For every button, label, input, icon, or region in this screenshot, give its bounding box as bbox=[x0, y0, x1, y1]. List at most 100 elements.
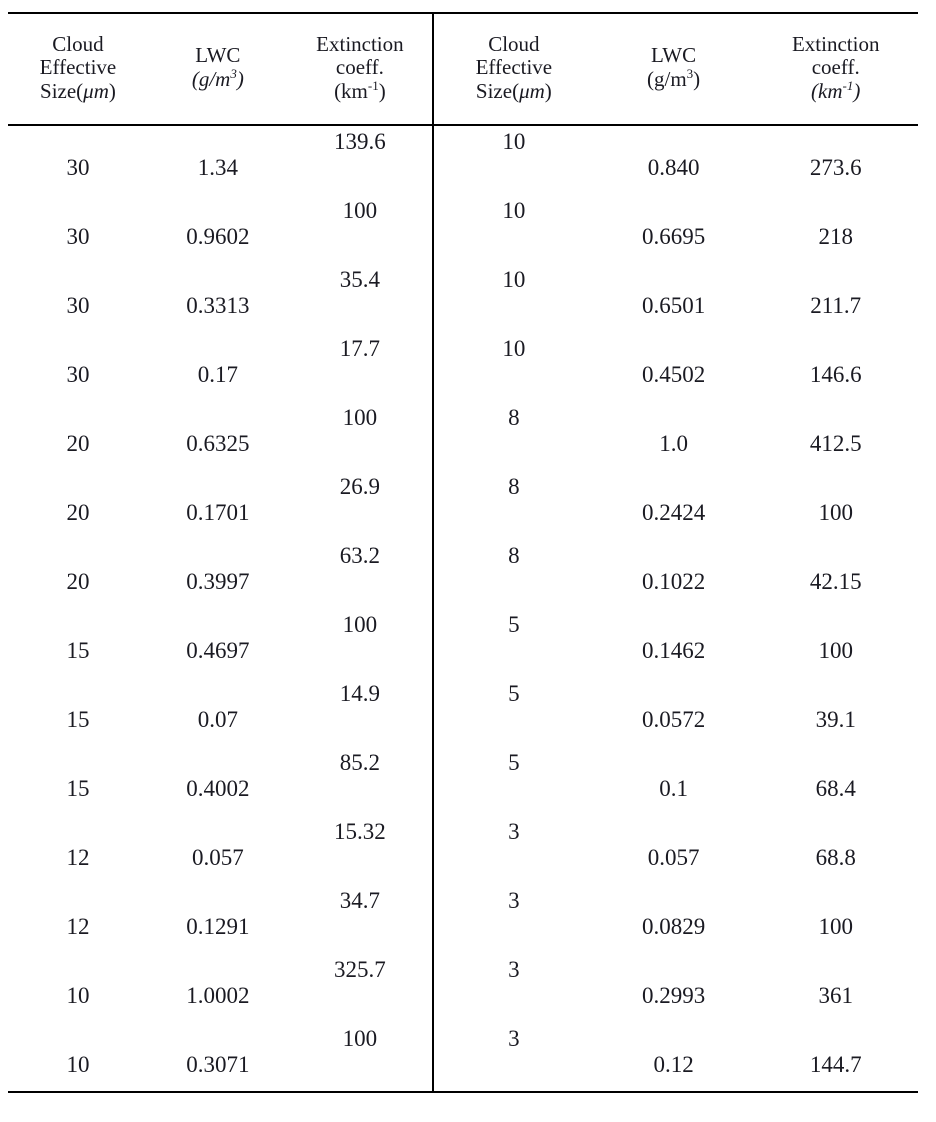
cell-value: 14.9 bbox=[339, 681, 381, 706]
cell-size: 3 bbox=[434, 1021, 594, 1090]
cell-value: 1.0002 bbox=[186, 983, 250, 1008]
cell-ext: 17.7 bbox=[288, 331, 432, 400]
table-row: 15 0.4002 85.2 bbox=[8, 745, 432, 814]
table-row: 3 0.0829 100 bbox=[434, 883, 918, 952]
cell-size: 20 bbox=[8, 538, 148, 607]
cell-value: 8 bbox=[508, 405, 520, 430]
cell-value: 20 bbox=[66, 431, 90, 456]
cell-lwc: 0.17 bbox=[148, 331, 288, 400]
cell-ext: 412.5 bbox=[753, 400, 918, 469]
cell-size: 12 bbox=[8, 883, 148, 952]
cell-size: 10 bbox=[434, 124, 594, 193]
cell-ext: 35.4 bbox=[288, 262, 432, 331]
cell-ext: 100 bbox=[288, 193, 432, 262]
right-table: Cloud Effective Size(μm) LWC (g/m3) Exti… bbox=[434, 12, 918, 1090]
cell-size: 12 bbox=[8, 814, 148, 883]
cell-value: 30 bbox=[66, 362, 90, 387]
left-header-row: Cloud Effective Size(μm) LWC (g/m3) Exti… bbox=[8, 12, 432, 124]
cell-value: 20 bbox=[66, 500, 90, 525]
cell-ext: 63.2 bbox=[288, 538, 432, 607]
cell-lwc: 0.6325 bbox=[148, 400, 288, 469]
cell-value: 0.2424 bbox=[641, 500, 706, 525]
cell-value: 68.8 bbox=[815, 845, 856, 870]
cell-value: 10 bbox=[502, 336, 526, 361]
cell-value: 0.057 bbox=[191, 845, 244, 870]
cell-value: 100 bbox=[342, 1026, 378, 1051]
cell-value: 0.07 bbox=[197, 707, 238, 732]
cell-ext: 218 bbox=[753, 193, 918, 262]
cell-size: 20 bbox=[8, 400, 148, 469]
left-table-body: 30 1.34 139.6 30 0.9602 100 30 0.3313 35.4 30 0.17… bbox=[8, 124, 432, 1090]
cell-lwc: 0.1022 bbox=[594, 538, 754, 607]
cell-value: 10 bbox=[502, 129, 526, 154]
cell-ext: 68.8 bbox=[753, 814, 918, 883]
cell-value: 34.7 bbox=[339, 888, 381, 913]
cell-ext: 14.9 bbox=[288, 676, 432, 745]
cell-value: 30 bbox=[66, 293, 90, 318]
cell-lwc: 0.0572 bbox=[594, 676, 754, 745]
cell-ext: 15.32 bbox=[288, 814, 432, 883]
cell-lwc: 0.840 bbox=[594, 124, 754, 193]
table-row: 5 0.1 68.4 bbox=[434, 745, 918, 814]
cell-value: 30 bbox=[66, 224, 90, 249]
table-row: 15 0.07 14.9 bbox=[8, 676, 432, 745]
cell-value: 0.1701 bbox=[186, 500, 250, 525]
cell-value: 0.1462 bbox=[641, 638, 706, 663]
cell-lwc: 0.12 bbox=[594, 1021, 754, 1090]
cell-size: 3 bbox=[434, 814, 594, 883]
cell-value: 10 bbox=[66, 983, 90, 1008]
left-header-ext: Extinction coeff. (km-1) bbox=[288, 12, 432, 124]
right-table-panel: Cloud Effective Size(μm) LWC (g/m3) Exti… bbox=[434, 12, 918, 1093]
cell-value: 63.2 bbox=[339, 543, 381, 568]
cell-value: 361 bbox=[818, 983, 853, 1008]
cell-value: 35.4 bbox=[339, 267, 381, 292]
cell-value: 0.1022 bbox=[641, 569, 706, 594]
left-header-ext-line3: (km-1) bbox=[334, 77, 386, 103]
right-header-ext-line2: coeff. bbox=[811, 55, 860, 80]
cell-ext: 68.4 bbox=[753, 745, 918, 814]
cell-size: 30 bbox=[8, 193, 148, 262]
cell-value: 26.9 bbox=[339, 474, 381, 499]
table-row: 30 0.9602 100 bbox=[8, 193, 432, 262]
cell-size: 15 bbox=[8, 607, 148, 676]
table-row: 12 0.057 15.32 bbox=[8, 814, 432, 883]
cell-size: 20 bbox=[8, 469, 148, 538]
cell-value: 139.6 bbox=[334, 129, 386, 154]
cell-ext: 85.2 bbox=[288, 745, 432, 814]
cell-value: 100 bbox=[818, 914, 853, 939]
right-header-size-line1: Cloud bbox=[488, 31, 540, 56]
cell-value: 0.3071 bbox=[186, 1052, 250, 1077]
cell-lwc: 0.3071 bbox=[148, 1021, 288, 1090]
cell-ext: 100 bbox=[753, 469, 918, 538]
cell-value: 0.840 bbox=[647, 155, 700, 180]
cell-value: 39.1 bbox=[815, 707, 856, 732]
cell-size: 5 bbox=[434, 676, 594, 745]
left-header-size-line3: Size(μm) bbox=[40, 78, 116, 103]
cell-value: 15 bbox=[66, 707, 90, 732]
cell-size: 10 bbox=[8, 952, 148, 1021]
cell-value: 146.6 bbox=[809, 362, 862, 387]
table-row: 8 0.1022 42.15 bbox=[434, 538, 918, 607]
cell-lwc: 1.0 bbox=[594, 400, 754, 469]
cell-size: 10 bbox=[8, 1021, 148, 1090]
left-header-size-line1: Cloud bbox=[52, 31, 104, 56]
cell-ext: 100 bbox=[753, 607, 918, 676]
table-row: 20 0.1701 26.9 bbox=[8, 469, 432, 538]
cell-lwc: 0.07 bbox=[148, 676, 288, 745]
cell-ext: 325.7 bbox=[288, 952, 432, 1021]
table-row: 20 0.3997 63.2 bbox=[8, 538, 432, 607]
table-row: 10 0.6501 211.7 bbox=[434, 262, 918, 331]
cell-value: 0.6695 bbox=[641, 224, 706, 249]
cell-size: 30 bbox=[8, 331, 148, 400]
cell-ext: 26.9 bbox=[288, 469, 432, 538]
table-row: 10 0.3071 100 bbox=[8, 1021, 432, 1090]
table-row: 30 1.34 139.6 bbox=[8, 124, 432, 193]
cell-value: 3 bbox=[508, 957, 520, 982]
cell-value: 0.9602 bbox=[186, 224, 250, 249]
cell-lwc: 0.1291 bbox=[148, 883, 288, 952]
left-header-size-line2: Effective bbox=[39, 55, 117, 80]
cell-value: 30 bbox=[66, 155, 90, 180]
table-row: 20 0.6325 100 bbox=[8, 400, 432, 469]
cell-value: 0.1 bbox=[659, 776, 688, 801]
cell-size: 15 bbox=[8, 745, 148, 814]
